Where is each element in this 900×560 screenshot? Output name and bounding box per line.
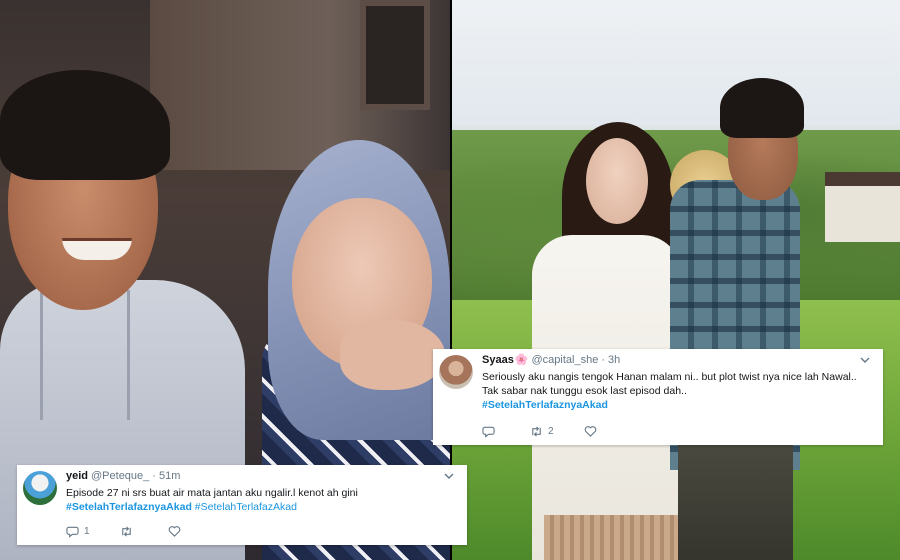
tweet-card[interactable]: yeid @Peteque_ · 51m Episode 27 ni srs b… bbox=[17, 465, 467, 545]
tweet-separator: · bbox=[152, 470, 156, 482]
tweet-text-line: Seriously aku nangis tengok Hanan malam … bbox=[482, 371, 857, 383]
tweet-text: Seriously aku nangis tengok Hanan malam … bbox=[482, 370, 867, 412]
reply-count: 1 bbox=[84, 526, 90, 537]
avatar[interactable] bbox=[23, 471, 57, 505]
tweet-timestamp[interactable]: 51m bbox=[159, 469, 180, 483]
hashtag-link[interactable]: #SetelahTerlafaznyaAkad bbox=[66, 501, 192, 513]
right-photo bbox=[452, 0, 900, 560]
tweet-body: Syaas 🌸 @capital_she · 3h Seriously aku … bbox=[482, 353, 870, 412]
reply-button[interactable] bbox=[482, 425, 500, 438]
woman-skirt bbox=[544, 515, 684, 560]
tweet-author-handle[interactable]: @Peteque_ bbox=[91, 469, 149, 483]
retweet-button[interactable]: 2 bbox=[530, 425, 554, 438]
reply-button[interactable]: 1 bbox=[66, 525, 90, 538]
tweet-text: Episode 27 ni srs buat air mata jantan a… bbox=[66, 486, 451, 514]
retweet-button[interactable] bbox=[120, 525, 138, 538]
tweet-actions: 2 bbox=[482, 425, 632, 438]
tweet-actions: 1 bbox=[66, 525, 216, 538]
man-smile bbox=[62, 238, 132, 260]
tweet-separator: · bbox=[601, 354, 606, 366]
tweet-body: yeid @Peteque_ · 51m Episode 27 ni srs b… bbox=[66, 469, 454, 514]
avatar[interactable] bbox=[439, 355, 473, 389]
retweet-icon bbox=[532, 426, 541, 437]
tweet-author-name[interactable]: Syaas bbox=[482, 353, 514, 367]
chevron-down-icon[interactable] bbox=[859, 354, 871, 366]
man-hair bbox=[720, 78, 804, 138]
retweet-count: 2 bbox=[548, 426, 554, 437]
heart-icon bbox=[584, 426, 596, 437]
hashtag-link[interactable]: #SetelahTerlafaznyaAkad bbox=[482, 399, 608, 411]
tweet-header: Syaas 🌸 @capital_she · 3h bbox=[482, 353, 870, 367]
tweet-timestamp[interactable]: 3h bbox=[608, 353, 620, 367]
tweet-text-line: Episode 27 ni srs buat air mata jantan a… bbox=[66, 487, 358, 499]
like-button[interactable] bbox=[168, 525, 186, 538]
reply-icon bbox=[482, 426, 495, 438]
heart-icon bbox=[168, 526, 180, 537]
background-window bbox=[360, 0, 430, 110]
tweet-card[interactable]: Syaas 🌸 @capital_she · 3h Seriously aku … bbox=[433, 349, 883, 445]
background-house bbox=[825, 172, 900, 242]
chevron-down-icon[interactable] bbox=[443, 470, 455, 482]
tweet-author-name[interactable]: yeid bbox=[66, 469, 88, 483]
reply-icon bbox=[66, 526, 79, 538]
tweet-author-handle[interactable]: @capital_she bbox=[532, 353, 599, 367]
like-button[interactable] bbox=[584, 425, 602, 438]
man-hair bbox=[0, 70, 170, 180]
tweet-header: yeid @Peteque_ · 51m bbox=[66, 469, 454, 483]
woman-hand bbox=[340, 320, 445, 390]
man-pants bbox=[678, 440, 793, 560]
woman-face bbox=[586, 138, 648, 224]
flower-emoji: 🌸 bbox=[514, 354, 529, 366]
tweet-text-line: Tak sabar nak tunggu esok last episod da… bbox=[482, 385, 687, 397]
hashtag-link[interactable]: #SetelahTerlafazAkad bbox=[195, 501, 297, 513]
retweet-icon bbox=[121, 526, 131, 537]
